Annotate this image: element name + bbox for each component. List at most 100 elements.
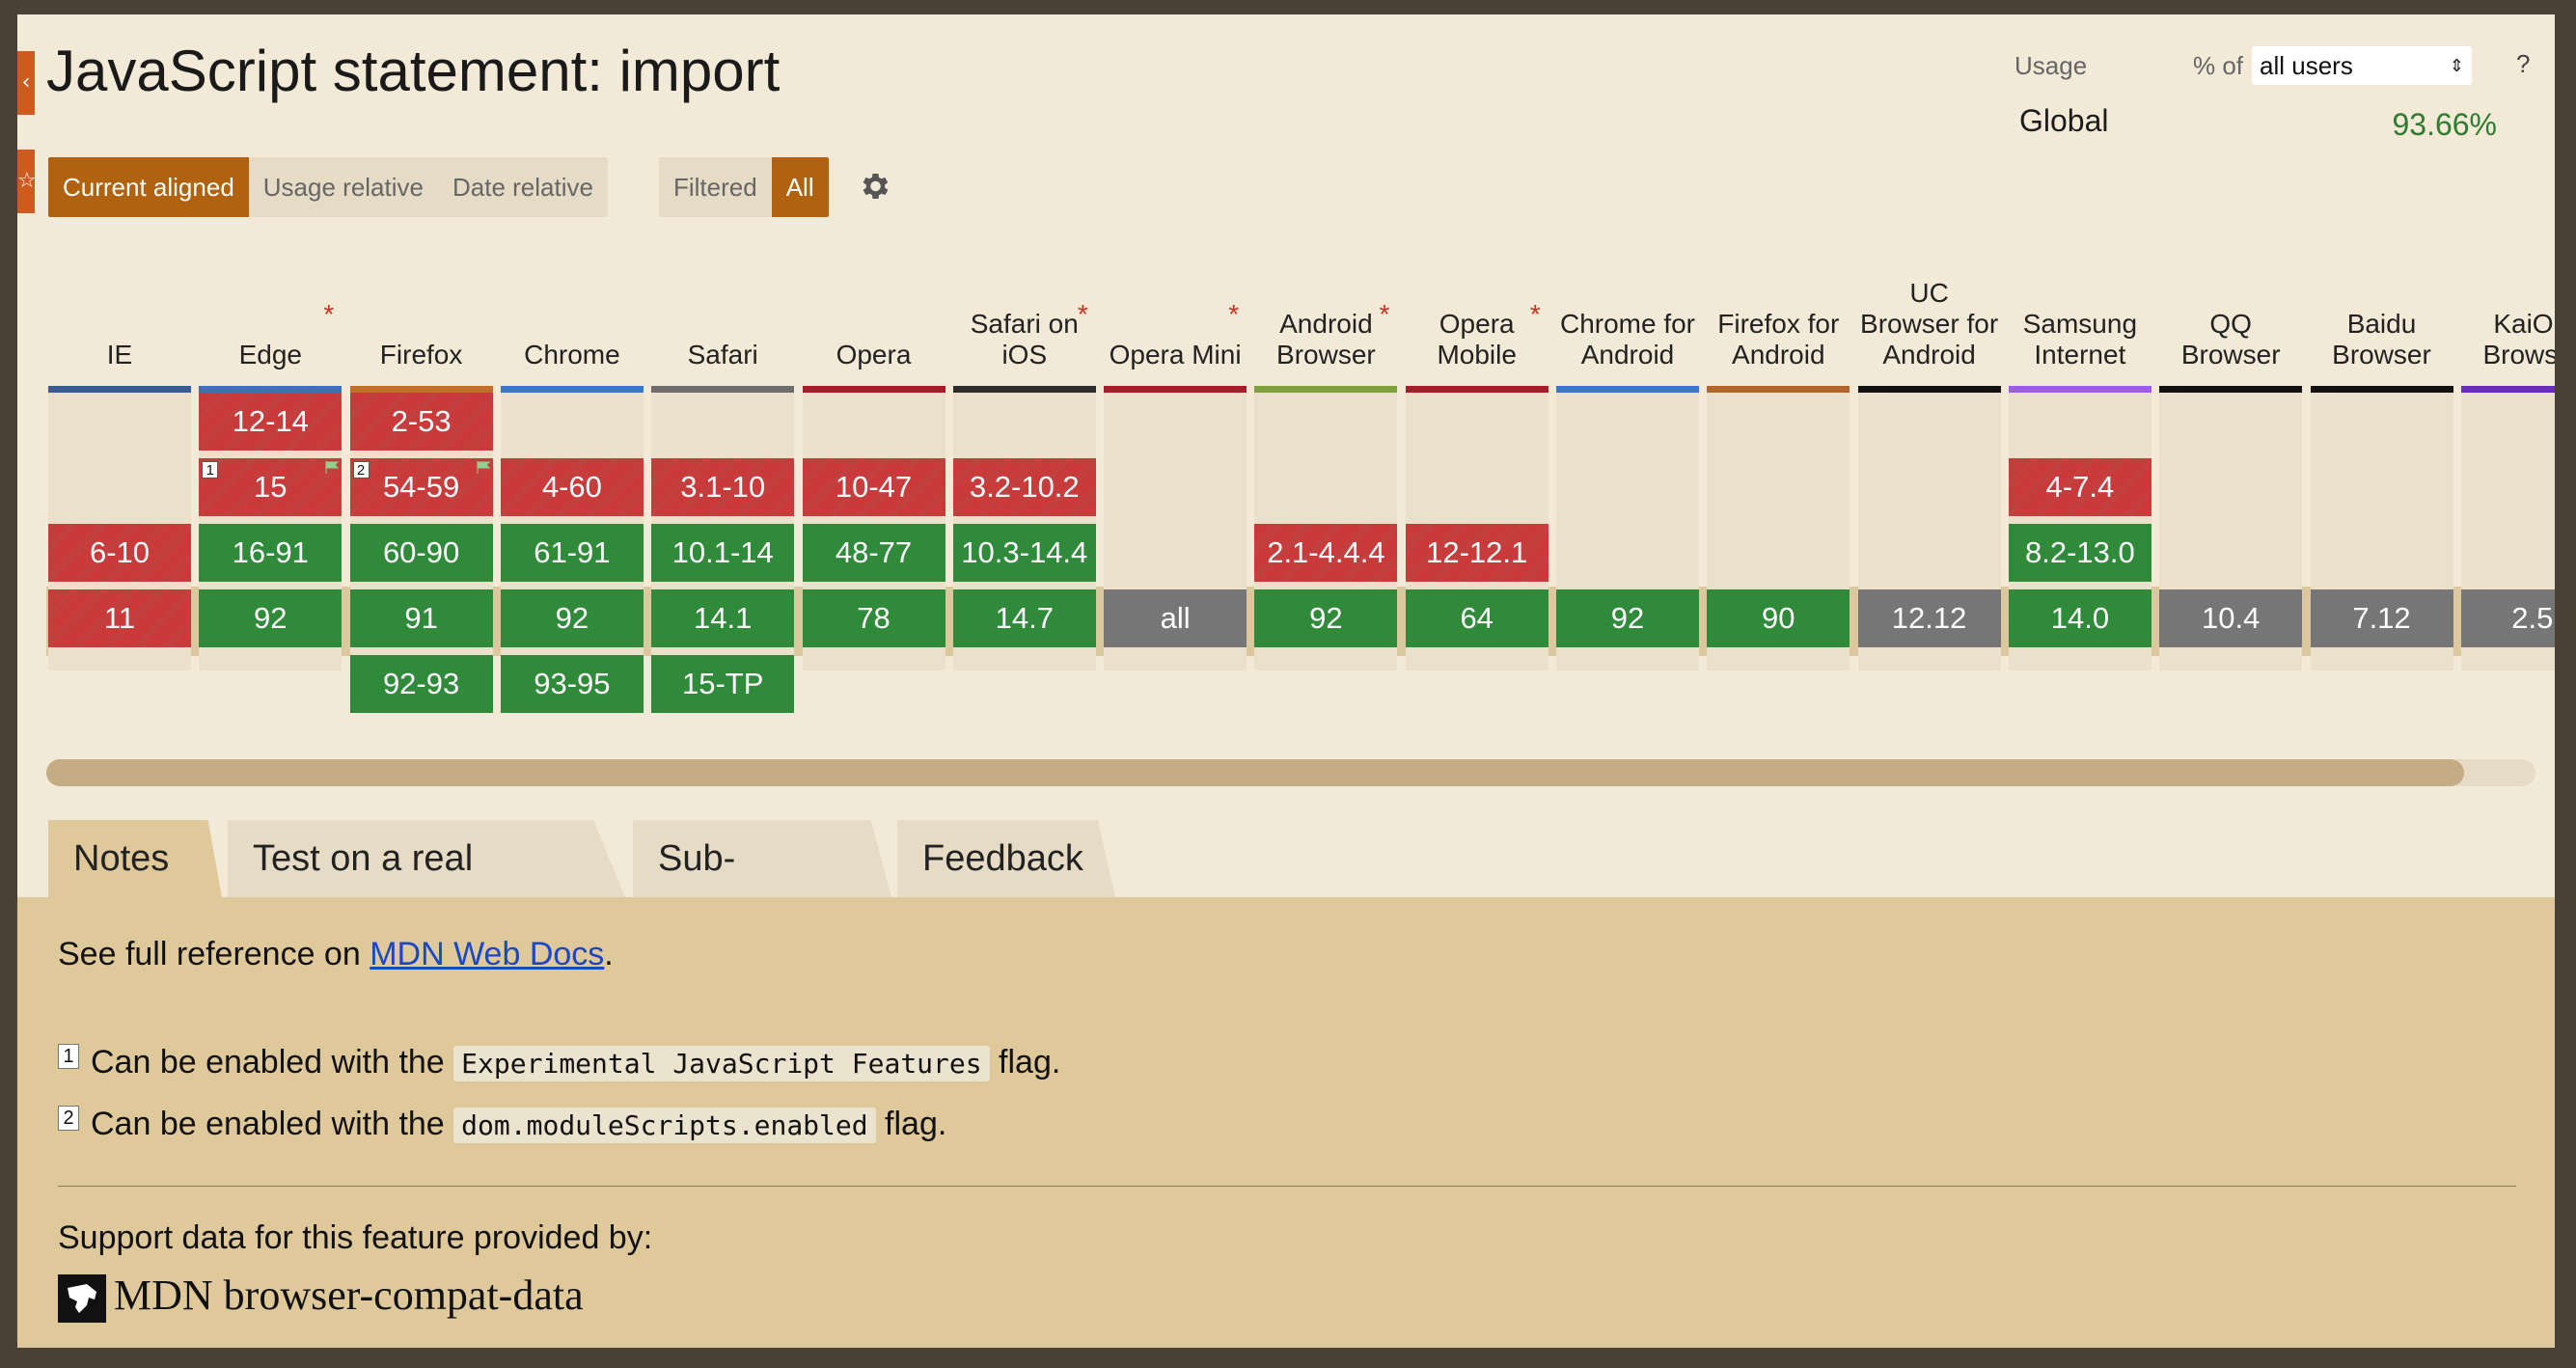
prefix-star-icon: * (1529, 299, 1541, 329)
browser-header[interactable]: Edge * (199, 246, 342, 386)
browser-header[interactable]: QQ Browser (2159, 246, 2302, 386)
caniuse-panel: ‹ ☆ JavaScript statement: import Current… (17, 14, 2555, 1348)
browser-name: Firefox for Android (1717, 309, 1840, 369)
version-label: 10-47 (835, 470, 913, 504)
browser-header[interactable]: Opera (803, 246, 945, 386)
version-cell[interactable]: 92 (199, 589, 343, 647)
version-cell[interactable]: 10.4 (2159, 589, 2303, 647)
version-cell[interactable]: 8.2-13.0 (2008, 524, 2151, 582)
browser-name: Opera Mini (1109, 340, 1242, 369)
version-cell[interactable]: 2-53 (349, 393, 493, 451)
browser-color-bar (1254, 386, 1398, 393)
version-cell[interactable]: 54-59 2 (349, 458, 493, 516)
version-cell[interactable]: 90 (1707, 589, 1850, 647)
browser-header[interactable]: Samsung Internet (2009, 246, 2151, 386)
usage-relative-button[interactable]: Usage relative (249, 157, 438, 217)
version-label: 61-91 (534, 535, 611, 569)
version-cell[interactable]: 91 (349, 589, 493, 647)
version-cell[interactable]: all (1104, 589, 1247, 647)
browser-column: KaiOS Browser 2.5 (2460, 246, 2555, 670)
version-cell[interactable]: 12-14 (199, 393, 343, 451)
version-cell[interactable]: 60-90 (349, 524, 493, 582)
version-cell[interactable]: 3.1-10 (651, 458, 795, 516)
browser-header[interactable]: Safari on iOS * (953, 246, 1096, 386)
tab-sub-features[interactable]: Sub-features (633, 820, 891, 897)
tab-notes[interactable]: Notes (48, 820, 222, 897)
users-select[interactable]: all users ⇕ (2252, 46, 2472, 85)
version-cell[interactable]: 12.12 (1857, 589, 2001, 647)
browser-column: Firefox for Android 90 (1707, 246, 1850, 670)
note-badge: 2 (352, 461, 370, 479)
version-cell[interactable]: 12-12.1 (1405, 524, 1548, 582)
browser-column: Opera 10-47 48-77 78 (802, 246, 945, 670)
version-cell[interactable]: 92 (1556, 589, 1699, 647)
gear-icon[interactable] (857, 169, 891, 204)
help-icon[interactable]: ? (2516, 49, 2530, 79)
version-cell[interactable]: 4-60 (500, 458, 644, 516)
all-button[interactable]: All (771, 157, 829, 217)
version-cell[interactable]: 11 (48, 589, 191, 647)
current-aligned-button[interactable]: Current aligned (48, 157, 249, 217)
mdn-dinosaur-icon (58, 1274, 106, 1323)
version-cell[interactable]: 14.7 (952, 589, 1096, 647)
version-label: 54-59 (382, 470, 460, 504)
browser-header[interactable]: Firefox for Android (1707, 246, 1850, 386)
version-label: 90 (1762, 601, 1795, 635)
version-cell[interactable]: 93-95 (500, 655, 644, 713)
version-cell[interactable]: 92 (1254, 589, 1398, 647)
filtered-button[interactable]: Filtered (659, 157, 772, 217)
version-cell[interactable]: 4-7.4 (2008, 458, 2151, 516)
version-cell[interactable]: 92-93 (349, 655, 493, 713)
scrollbar-thumb[interactable] (46, 759, 2464, 786)
version-cell[interactable]: 6-10 (48, 524, 191, 582)
side-tab-left-icon[interactable]: ‹ (17, 51, 35, 115)
version-cell[interactable]: 64 (1405, 589, 1548, 647)
browser-color-bar (2008, 386, 2151, 393)
browser-header[interactable]: Opera Mobile * (1406, 246, 1548, 386)
usage-label: Usage (2014, 51, 2088, 80)
browser-name: Firefox (379, 340, 463, 369)
browser-header[interactable]: IE (48, 246, 191, 386)
version-cell[interactable]: 10.1-14 (651, 524, 795, 582)
tab-test-real-browser[interactable]: Test on a real browser (228, 820, 625, 897)
version-cell[interactable]: 14.0 (2008, 589, 2151, 647)
version-cell[interactable]: 3.2-10.2 (952, 458, 1096, 516)
version-cell[interactable]: 16-91 (199, 524, 343, 582)
version-cell[interactable]: 78 (802, 589, 945, 647)
browser-header[interactable]: Baidu Browser (2311, 246, 2453, 386)
date-relative-button[interactable]: Date relative (438, 157, 608, 217)
version-label: 6-10 (89, 535, 151, 569)
browser-header[interactable]: KaiOS Browser (2461, 246, 2555, 386)
note-2-suffix: flag. (875, 1106, 947, 1142)
version-cell[interactable]: 14.1 (651, 589, 795, 647)
version-cell[interactable]: 61-91 (500, 524, 644, 582)
version-cell[interactable]: 10-47 (802, 458, 945, 516)
mdn-link[interactable]: MDN Web Docs (370, 936, 604, 972)
side-tab-star-icon[interactable]: ☆ (17, 150, 35, 213)
browser-header[interactable]: Chrome (501, 246, 644, 386)
browser-header[interactable]: Android Browser * (1254, 246, 1397, 386)
browser-header[interactable]: Safari (651, 246, 794, 386)
browser-header[interactable]: UC Browser for Android (1858, 246, 2001, 386)
browser-color-bar (48, 386, 191, 393)
browser-header[interactable]: Opera Mini * (1104, 246, 1247, 386)
version-cell[interactable]: 2.5 (2460, 589, 2555, 647)
version-cell[interactable]: 92 (500, 589, 644, 647)
version-cell[interactable]: 48-77 (802, 524, 945, 582)
mdn-provider-name[interactable]: MDN browser-compat-data (114, 1271, 584, 1320)
version-cell[interactable]: 15-TP (651, 655, 795, 713)
version-cell[interactable]: 10.3-14.4 (952, 524, 1096, 582)
version-label: 92 (1309, 601, 1343, 635)
version-cell[interactable]: 7.12 (2310, 589, 2453, 647)
browser-column: Opera Mobile * 12-12.1 64 (1405, 246, 1548, 670)
tab-feedback[interactable]: Feedback (897, 820, 1115, 897)
browser-color-bar (2310, 386, 2453, 393)
version-label: 3.2-10.2 (969, 470, 1080, 504)
browser-header[interactable]: Chrome for Android (1556, 246, 1699, 386)
reference-suffix: . (604, 936, 614, 972)
version-label: 16-91 (232, 535, 309, 569)
browser-column: Firefox 2-53 54-59 2 60-90 91 92-93 (349, 246, 493, 713)
version-cell[interactable]: 15 1 (199, 458, 343, 516)
version-cell[interactable]: 2.1-4.4.4 (1254, 524, 1398, 582)
browser-header[interactable]: Firefox (350, 246, 493, 386)
